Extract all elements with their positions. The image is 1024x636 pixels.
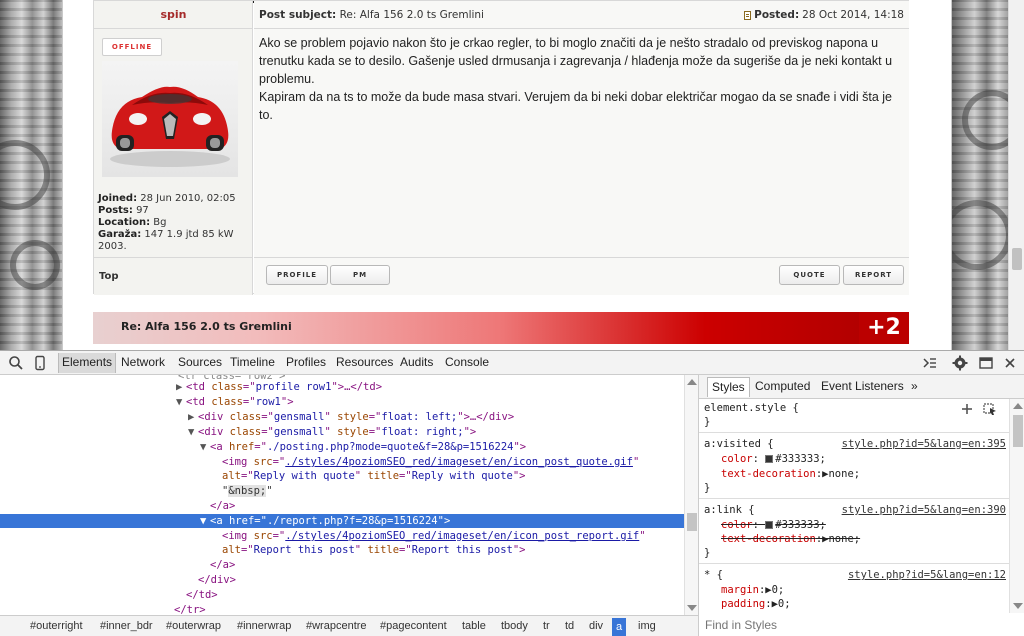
rule-source-link[interactable]: style.php?id=5&lang=en:390: [842, 503, 1006, 517]
color-swatch-icon[interactable]: [765, 521, 774, 529]
breadcrumb-item[interactable]: #inner_bdr: [100, 620, 153, 632]
dom-node[interactable]: ▶ <td class="profile row1">…</td>: [176, 380, 698, 394]
mobile-device-icon[interactable]: [32, 355, 48, 371]
dom-node-selected[interactable]: ▼ <a href="./report.php?f=28&p=1516224">: [0, 514, 684, 528]
post-text: Ako se problem pojavio nakon što je crka…: [259, 36, 893, 122]
breadcrumb-item[interactable]: tbody: [501, 620, 528, 632]
dom-node[interactable]: </div>: [198, 573, 698, 587]
profile-button[interactable]: PROFILE: [266, 265, 328, 285]
dom-tree-scrollbar[interactable]: [684, 375, 698, 615]
post-body-cell: Post subject: Re: Alfa 156 2.0 ts Gremli…: [254, 1, 909, 295]
top-link[interactable]: Top: [99, 271, 119, 282]
css-property[interactable]: padding:▶0;: [721, 597, 791, 611]
author-profile-info: Joined: 28 Jun 2010, 02:05 Posts: 97 Loc…: [98, 193, 236, 252]
styles-sidebar: Styles Computed Event Listeners » elemen…: [698, 375, 1024, 636]
rule-universal[interactable]: * {: [704, 568, 723, 582]
css-property[interactable]: text-decoration:▶none;: [721, 467, 860, 481]
dom-tree[interactable]: <tr class="row2"> ▶ <td class="profile ro…: [0, 375, 698, 615]
breadcrumb-item[interactable]: tr: [543, 620, 550, 632]
red-car-avatar-icon: [110, 86, 230, 167]
tab-network[interactable]: Network: [121, 355, 165, 369]
breadcrumb-item[interactable]: #innerwrap: [237, 620, 291, 632]
dock-side-icon[interactable]: [978, 355, 994, 371]
tab-timeline[interactable]: Timeline: [230, 355, 275, 369]
page-background-right: [952, 0, 1008, 350]
tab-profiles[interactable]: Profiles: [286, 355, 326, 369]
dom-node[interactable]: </tr>: [174, 603, 698, 615]
rule-element-style[interactable]: element.style {: [704, 401, 799, 415]
rule-source-link[interactable]: style.php?id=5&lang=en:395: [842, 437, 1006, 451]
search-icon[interactable]: [8, 355, 24, 371]
dom-node[interactable]: </a>: [210, 499, 698, 513]
post-author-cell: spin OFFLINE Joined: 28 Jun 2010, 02:05 …: [94, 1, 253, 295]
post-subject: Post subject: Re: Alfa 156 2.0 ts Gremli…: [259, 9, 484, 21]
breadcrumb-item[interactable]: #outerright: [30, 620, 83, 632]
next-post-title: Re: Alfa 156 2.0 ts Gremlini: [121, 320, 292, 333]
post-date: Posted: 28 Oct 2014, 14:18: [744, 9, 904, 21]
color-swatch-icon[interactable]: [765, 455, 774, 463]
dom-node[interactable]: alt="Report this post" title="Report thi…: [222, 543, 698, 557]
tab-console[interactable]: Console: [445, 355, 489, 369]
offline-badge: OFFLINE: [102, 38, 162, 56]
breadcrumb-item[interactable]: div: [589, 620, 603, 632]
dom-text-node[interactable]: "&nbsp;": [222, 484, 698, 498]
more-tabs-button[interactable]: »: [911, 379, 918, 393]
tab-computed[interactable]: Computed: [755, 379, 810, 393]
tab-sources[interactable]: Sources: [178, 355, 222, 369]
forum-post: spin OFFLINE Joined: 28 Jun 2010, 02:05 …: [93, 0, 909, 295]
css-property[interactable]: margin:▶0;: [721, 583, 784, 597]
rule-a-link[interactable]: a:link {: [704, 503, 755, 517]
tab-event-listeners[interactable]: Event Listeners: [821, 379, 904, 393]
breadcrumb-item[interactable]: #outerwrap: [166, 620, 221, 632]
css-property[interactable]: color: #333333;: [721, 452, 826, 466]
breadcrumb-item[interactable]: #wrapcentre: [306, 620, 367, 632]
find-in-styles-input[interactable]: [699, 613, 1024, 636]
tab-resources[interactable]: Resources: [336, 355, 393, 369]
dom-node[interactable]: <img src="./styles/4poziomSEO_red/images…: [222, 455, 698, 469]
pm-button[interactable]: PM: [330, 265, 390, 285]
devtools-toolbar: Elements Network Sources Timeline Profil…: [0, 351, 1024, 375]
gear-icon[interactable]: [952, 355, 968, 371]
devtools-panel: Elements Network Sources Timeline Profil…: [0, 350, 1024, 636]
dom-breadcrumb: #outerright #inner_bdr #outerwrap #inner…: [0, 615, 698, 636]
tab-styles[interactable]: Styles: [707, 377, 750, 397]
site-logo: +2: [859, 312, 909, 344]
avatar: [102, 61, 238, 177]
dom-node[interactable]: alt="Reply with quote" title="Reply with…: [222, 469, 698, 483]
show-drawer-icon[interactable]: [922, 355, 938, 371]
quote-button[interactable]: QUOTE: [779, 265, 840, 285]
dom-node[interactable]: ▼ <div class="gensmall" style="float: rig…: [188, 425, 698, 439]
breadcrumb-item[interactable]: #pagecontent: [380, 620, 447, 632]
dom-node[interactable]: ▼ <td class="row1">: [176, 395, 698, 409]
breadcrumb-item-active[interactable]: a: [612, 618, 627, 636]
next-post-header: Re: Alfa 156 2.0 ts Gremlini +2: [93, 312, 909, 344]
breadcrumb-item[interactable]: td: [565, 620, 574, 632]
dom-node[interactable]: <img src="./styles/4poziomSEO_red/images…: [222, 529, 698, 543]
breadcrumb-item[interactable]: table: [462, 620, 486, 632]
styles-tabs: Styles Computed Event Listeners »: [699, 375, 1024, 399]
dom-node[interactable]: </a>: [210, 558, 698, 572]
author-name[interactable]: spin: [94, 8, 253, 21]
css-property-overridden[interactable]: text-decoration:▶none;: [721, 532, 860, 546]
post-link-icon[interactable]: [744, 10, 752, 20]
toggle-element-state-icon[interactable]: [983, 403, 997, 415]
page-content: spin OFFLINE Joined: 28 Jun 2010, 02:05 …: [62, 0, 952, 350]
add-rule-icon[interactable]: [961, 403, 973, 415]
rule-source-link[interactable]: style.php?id=5&lang=en:12: [848, 568, 1006, 582]
tab-audits[interactable]: Audits: [400, 355, 433, 369]
close-icon[interactable]: [1002, 355, 1018, 371]
dom-node[interactable]: ▶ <div class="gensmall" style="float: lef…: [188, 410, 698, 424]
dom-node[interactable]: ▼ <a href="./posting.php?mode=quote&f=28&…: [200, 440, 698, 454]
page-background-left: [0, 0, 62, 350]
page-scrollbar[interactable]: [1008, 0, 1024, 350]
breadcrumb-item[interactable]: img: [638, 620, 656, 632]
report-button[interactable]: REPORT: [843, 265, 904, 285]
forum-page: spin OFFLINE Joined: 28 Jun 2010, 02:05 …: [0, 0, 1024, 350]
rule-a-visited[interactable]: a:visited {: [704, 437, 774, 451]
styles-scrollbar[interactable]: [1009, 399, 1024, 613]
css-property-overridden[interactable]: color: #333333;: [721, 518, 826, 532]
dom-node[interactable]: </td>: [186, 588, 698, 602]
tab-elements[interactable]: Elements: [58, 353, 117, 373]
